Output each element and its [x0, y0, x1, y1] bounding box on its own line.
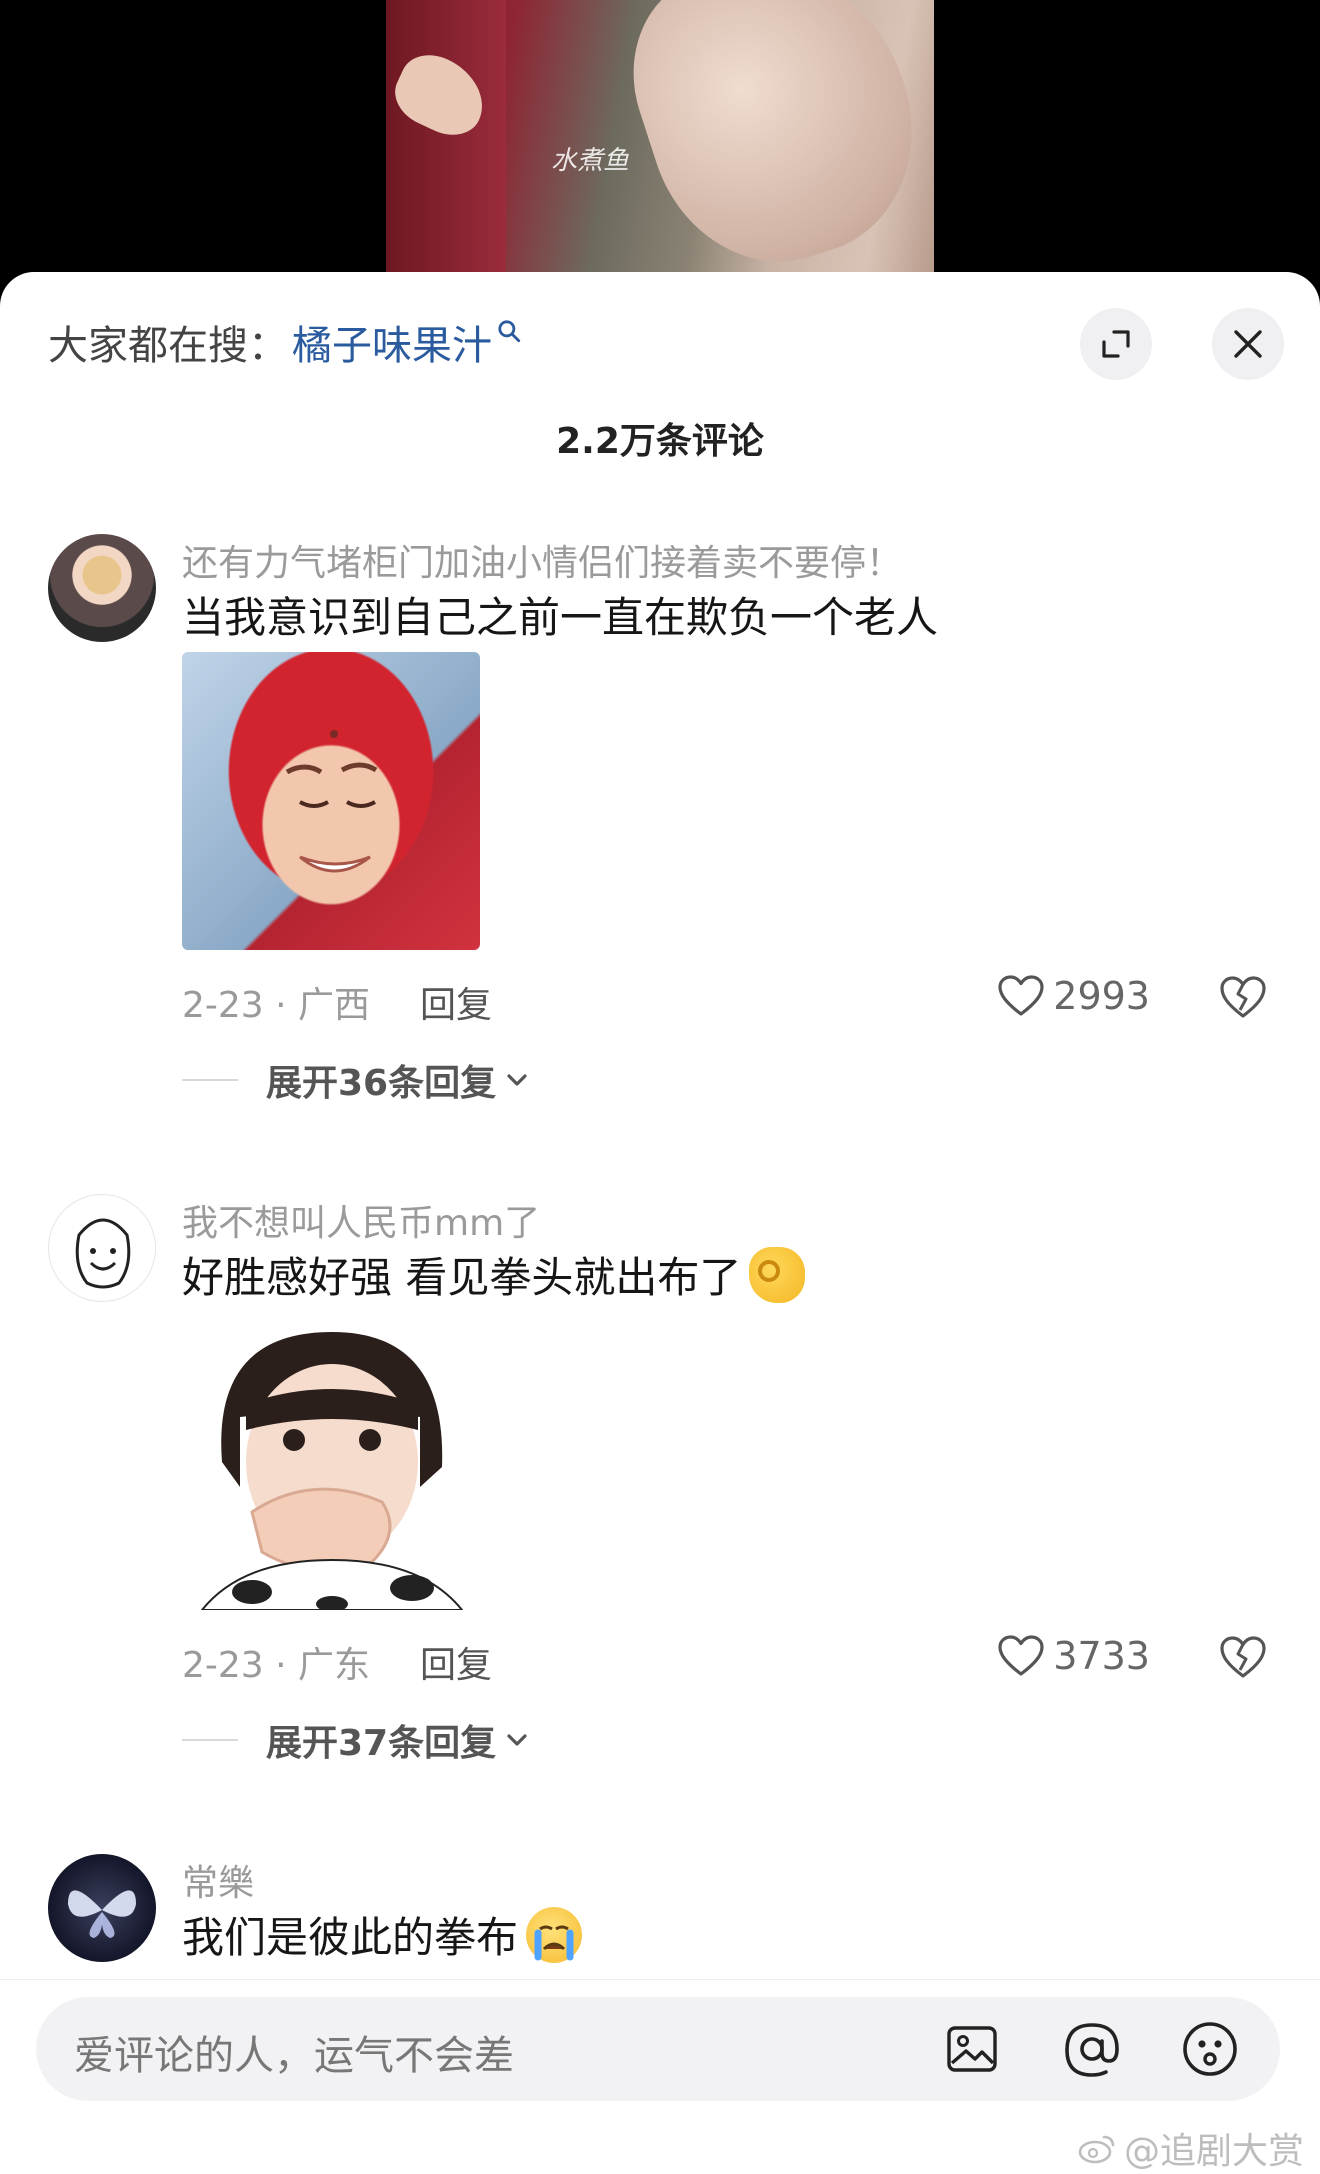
- crying-face-emoji: [526, 1906, 583, 1963]
- smiley-avatar-drawing: [75, 1218, 131, 1289]
- butterfly-avatar-drawing: [68, 1890, 136, 1938]
- comment-item: 还有力气堵柜门加油小情侣们接着卖不要停！ 当我意识到自己之前一直在欺负一个老人 …: [0, 534, 1320, 1104]
- expand-replies-button[interactable]: 展开36条回复: [182, 1054, 532, 1106]
- corner-watermark: @追剧大赏: [1078, 2122, 1304, 2174]
- fullscreen-button[interactable]: [1080, 308, 1152, 380]
- chevron-down-icon: [507, 1074, 527, 1086]
- image-icon: [947, 2026, 997, 2072]
- comment-sheet: 大家都在搜： 橘子味果汁 2.2万条评论 还有力气堵柜门加油小情侣们接着卖不要停…: [0, 272, 1320, 2174]
- comment-input-bar[interactable]: 爱评论的人，运气不会差: [36, 1997, 1280, 2101]
- smiley-icon: [1183, 2022, 1237, 2076]
- comment-item: 我不想叫人民币mm了 好胜感好强 看见拳头就出布了 2-23 · 广东 回复 3…: [0, 1194, 1320, 1764]
- comment-text[interactable]: 好胜感好强 看见拳头就出布了: [182, 1244, 806, 1305]
- reply-button[interactable]: 回复: [420, 976, 492, 1028]
- image-button[interactable]: [940, 2017, 1004, 2081]
- dislike-button[interactable]: [1218, 974, 1268, 1024]
- ok-hand-emoji: [749, 1246, 806, 1303]
- comment-text[interactable]: 我们是彼此的拳布: [182, 1904, 583, 1965]
- expand-replies-button[interactable]: 展开37条回复: [182, 1714, 532, 1766]
- comment-text-content: 我们是彼此的拳布: [182, 1913, 519, 1962]
- avatar[interactable]: [48, 534, 156, 642]
- trending-search-keyword[interactable]: 橘子味果汁: [292, 313, 492, 371]
- video-hand-shape: [606, 0, 934, 286]
- trending-search[interactable]: 大家都在搜： 橘子味果汁: [48, 312, 522, 372]
- image-child-drawing: [200, 1332, 464, 1610]
- weibo-logo-icon: [1078, 2135, 1115, 2164]
- expand-replies-label: 展开37条回复: [266, 1723, 497, 1764]
- trending-search-prefix: 大家都在搜：: [48, 323, 288, 369]
- avatar[interactable]: [48, 1194, 156, 1302]
- like-button[interactable]: 2993: [997, 974, 1150, 1018]
- corner-watermark-text: @追剧大赏: [1123, 2131, 1304, 2172]
- dislike-button[interactable]: [1218, 1634, 1268, 1684]
- comment-date-location: 2-23 · 广东: [182, 1645, 371, 1686]
- like-button[interactable]: 3733: [997, 1634, 1150, 1678]
- comment-username[interactable]: 我不想叫人民币mm了: [182, 1194, 540, 1246]
- chevron-down-icon: [507, 1734, 527, 1746]
- video-preview[interactable]: 水煮鱼: [386, 0, 934, 286]
- comment-date-location: 2-23 · 广西: [182, 985, 371, 1026]
- video-arm-shape: [386, 0, 506, 286]
- expand-icon: [1102, 330, 1130, 358]
- comment-text[interactable]: 当我意识到自己之前一直在欺负一个老人: [182, 584, 938, 645]
- close-button[interactable]: [1212, 308, 1284, 380]
- broken-heart-icon: [1220, 976, 1266, 1018]
- screen: 水煮鱼 大家都在搜： 橘子味果汁 2.2万条评论 还有力气堵柜门加油小情侣们接着…: [0, 0, 1320, 2174]
- like-count: 2993: [1053, 974, 1150, 1018]
- comment-input-placeholder: 爱评论的人，运气不会差: [74, 2033, 514, 2079]
- broken-heart-icon: [1220, 1636, 1266, 1678]
- avatar[interactable]: [48, 1854, 156, 1962]
- heart-icon: [998, 1635, 1044, 1676]
- reply-button[interactable]: 回复: [420, 1636, 492, 1688]
- like-count: 3733: [1053, 1634, 1150, 1678]
- comment-image[interactable]: [182, 652, 480, 950]
- heart-icon: [998, 975, 1044, 1016]
- expand-replies-label: 展开36条回复: [266, 1063, 497, 1104]
- expand-divider-line: [182, 1079, 238, 1081]
- comment-count-title: 2.2万条评论: [556, 421, 764, 462]
- comment-username[interactable]: 常樂: [182, 1854, 254, 1906]
- expand-divider-line: [182, 1739, 238, 1741]
- emoji-button[interactable]: [1178, 2017, 1242, 2081]
- close-icon: [1234, 330, 1262, 358]
- comment-item: 常樂 我们是彼此的拳布: [0, 1854, 1320, 1984]
- mention-button[interactable]: [1060, 2017, 1124, 2081]
- input-divider: [0, 1979, 1320, 1980]
- comment-text-content: 好胜感好强 看见拳头就出布了: [182, 1253, 742, 1302]
- comment-username[interactable]: 还有力气堵柜门加油小情侣们接着卖不要停！: [182, 534, 902, 586]
- search-icon: [498, 320, 521, 343]
- comment-image[interactable]: [182, 1312, 480, 1610]
- video-watermark: 水煮鱼: [551, 146, 630, 176]
- at-sign-icon: [1065, 2023, 1119, 2077]
- image-face-drawing: [285, 730, 378, 873]
